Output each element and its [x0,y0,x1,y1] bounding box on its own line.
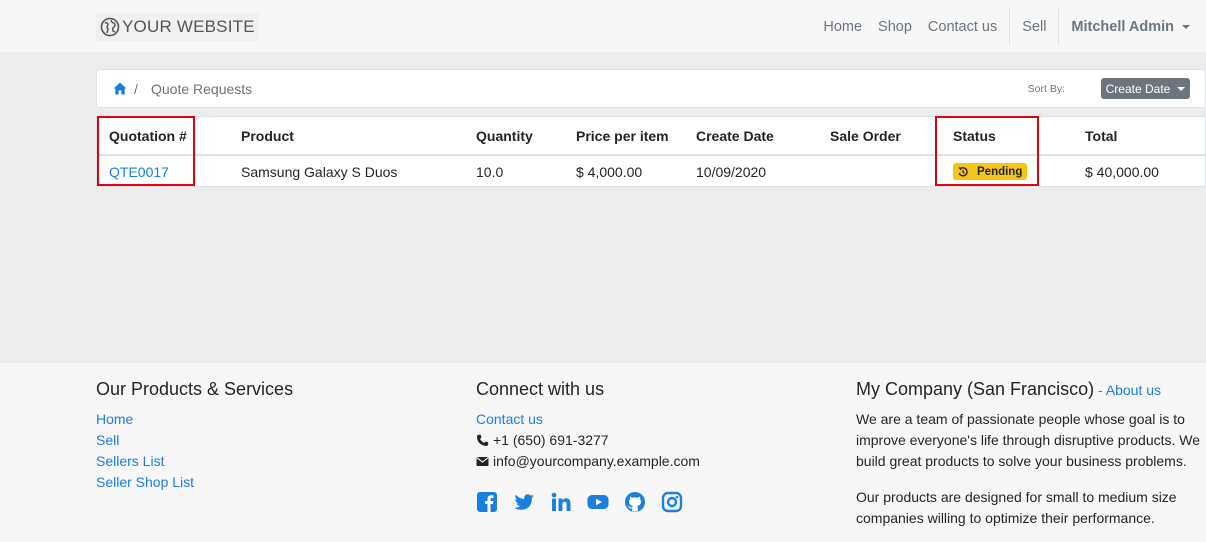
youtube-icon[interactable] [587,491,609,513]
quantity-cell: 10.0 [476,164,504,180]
nav-divider [1058,8,1060,45]
footer-products-title: Our Products & Services [96,379,294,399]
footer-link-contact-us[interactable]: Contact us [476,409,700,430]
user-menu[interactable]: Mitchell Admin [1063,19,1198,35]
col-header-price: Price per item [576,128,669,144]
sort-dropdown-button[interactable]: Create Date [1101,78,1190,99]
col-header-status: Status [953,128,996,144]
status-badge: Pending [953,163,1028,180]
main-nav: Home Shop Contact us Sell Mitchell Admin [815,0,1198,53]
github-icon[interactable] [624,491,646,513]
status-text: Pending [977,165,1023,178]
sort-value: Create Date [1105,81,1171,96]
col-header-create-date: Create Date [696,128,774,144]
quotation-link[interactable]: QTE0017 [109,164,169,180]
create-date-cell: 10/09/2020 [696,164,767,180]
footer-company-column: My Company (San Francisco) - About us We… [856,379,1201,529]
envelope-icon [476,457,489,466]
footer-link-home[interactable]: Home [96,409,293,430]
col-header-total: Total [1085,128,1118,144]
history-icon [958,166,968,177]
caret-down-icon [1182,24,1190,29]
company-products-description: Our products are designed for small to m… [856,489,1177,526]
table-header-row: Quotation # Product Quantity Price per i… [97,117,1205,156]
col-header-product: Product [241,128,294,144]
footer-connect-title: Connect with us [476,379,605,399]
phone-number: +1 (650) 691-3277 [493,432,609,448]
breadcrumb-current: Quote Requests [151,81,253,97]
logo-text: YOUR WEBSITE [122,17,255,36]
footer-link-sell[interactable]: Sell [96,430,293,451]
email-address: info@yourcompany.example.com [493,453,700,469]
footer-about-dash: - [1094,382,1106,398]
nav-shop[interactable]: Shop [870,19,920,35]
col-header-quantity: Quantity [476,128,533,144]
table-row: QTE0017 Samsung Galaxy S Duos 10.0 $ 4,0… [97,156,1205,188]
company-description: We are a team of passionate people whose… [856,411,1201,469]
sort-label: Sort By: [1027,83,1065,95]
user-name: Mitchell Admin [1071,18,1174,35]
quotes-table: Quotation # Product Quantity Price per i… [96,116,1206,187]
col-header-quotation: Quotation # [109,128,187,144]
footer: Our Products & Services Home Sell Seller… [0,363,1206,542]
footer-phone: +1 (650) 691-3277 [476,430,700,451]
product-cell: Samsung Galaxy S Duos [241,164,398,180]
instagram-icon[interactable] [661,491,683,513]
footer-link-seller-shop-list[interactable]: Seller Shop List [96,472,293,493]
linkedin-icon[interactable] [550,491,572,513]
footer-products-column: Our Products & Services Home Sell Seller… [96,379,293,493]
breadcrumb: / Quote Requests Sort By: Create Date [96,69,1206,108]
price-cell: $ 4,000.00 [576,164,643,180]
phone-icon [477,434,489,447]
total-cell: $ 40,000.00 [1085,164,1159,180]
col-header-sale-order: Sale Order [830,128,901,144]
site-logo[interactable]: YOUR WEBSITE [96,13,259,41]
facebook-icon[interactable] [476,491,498,513]
footer-email: info@yourcompany.example.com [476,451,700,472]
footer-link-sellers-list[interactable]: Sellers List [96,451,293,472]
nav-contact-us[interactable]: Contact us [920,19,1005,35]
home-icon[interactable] [113,82,127,95]
footer-company-title: My Company (San Francisco) [856,379,1095,399]
top-navbar: YOUR WEBSITE Home Shop Contact us Sell M… [0,0,1206,53]
globe-icon [100,17,120,37]
breadcrumb-separator: / [134,81,138,97]
nav-divider [1009,8,1011,45]
social-icons [476,491,700,513]
twitter-icon[interactable] [513,491,535,513]
caret-down-icon [1177,86,1186,91]
nav-sell[interactable]: Sell [1014,19,1054,35]
footer-company-title-row: My Company (San Francisco) - About us [856,379,1201,400]
footer-link-about-us[interactable]: About us [1106,382,1161,398]
footer-connect-column: Connect with us Contact us +1 (650) 691-… [476,379,700,513]
nav-home[interactable]: Home [815,19,870,35]
main-content: / Quote Requests Sort By: Create Date Qu… [0,53,1206,363]
